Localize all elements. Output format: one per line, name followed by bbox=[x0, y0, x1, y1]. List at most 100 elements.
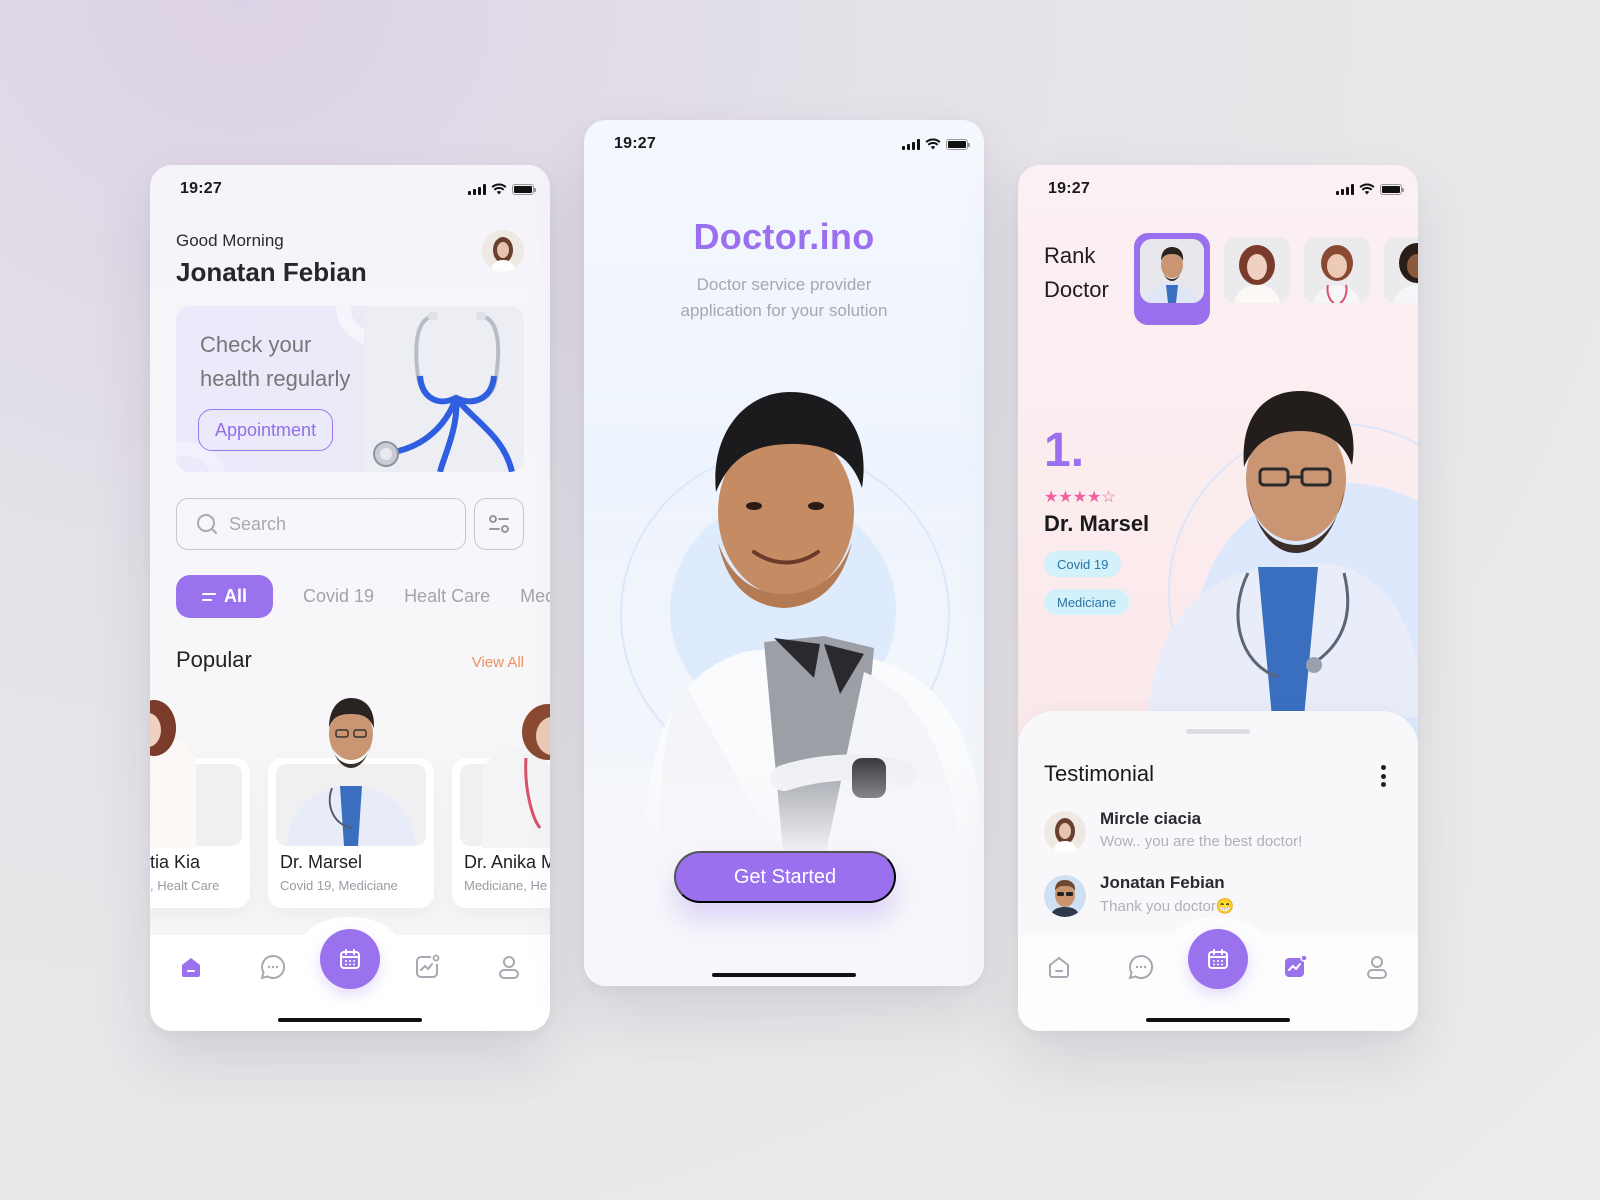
user-name: Jonatan Febian bbox=[176, 257, 367, 287]
get-started-button[interactable]: Get Started bbox=[674, 851, 896, 903]
wifi-icon bbox=[925, 138, 941, 150]
popular-doctor-list: tia Kia , Healt Care Dr. Marsel Covid 19… bbox=[150, 692, 550, 912]
specialty-tag[interactable]: Covid 19 bbox=[1044, 551, 1122, 577]
rank-doctor-thumb[interactable] bbox=[1304, 237, 1370, 303]
rank-doctor-thumb[interactable] bbox=[1224, 237, 1290, 303]
app-logo-title: Doctor.ino bbox=[693, 216, 875, 257]
doctor-thumb-photo bbox=[1384, 237, 1418, 303]
rank-doctor-thumb[interactable] bbox=[1384, 237, 1418, 303]
status-time: 19:27 bbox=[614, 135, 656, 152]
doctor-card[interactable]: Dr. Anika M Mediciane, He bbox=[452, 704, 550, 908]
rating-stars: ★★★★☆ bbox=[1044, 489, 1116, 506]
doctor-name: Dr. Marsel bbox=[1044, 511, 1150, 536]
search-icon bbox=[197, 514, 217, 534]
wifi-icon bbox=[491, 183, 507, 195]
testimonial-item: Mircle ciacia Wow.. you are the best doc… bbox=[1044, 809, 1302, 853]
category-tab-medicine[interactable]: Mec bbox=[520, 586, 550, 607]
doctor-thumb-photo bbox=[1304, 237, 1370, 303]
list-icon bbox=[202, 592, 216, 601]
category-tab-covid[interactable]: Covid 19 bbox=[303, 586, 374, 607]
battery-icon bbox=[1380, 183, 1404, 195]
user-avatar[interactable] bbox=[482, 230, 524, 272]
profile-icon bbox=[1367, 956, 1387, 979]
category-tabs: All Covid 19 Healt Care Mec bbox=[176, 575, 550, 618]
nav-profile[interactable] bbox=[1363, 953, 1391, 981]
rank-doctor-thumb-selected[interactable] bbox=[1134, 233, 1210, 325]
rank-title: Rank Doctor bbox=[1044, 243, 1109, 302]
status-bar: 19:27 bbox=[150, 179, 550, 199]
calendar-icon bbox=[1208, 949, 1228, 969]
doctor-feature-photo bbox=[1148, 391, 1418, 717]
testimonial-heading: Testimonial bbox=[1044, 761, 1155, 786]
review-text: Wow.. you are the best doctor! bbox=[1100, 833, 1303, 850]
chat-icon bbox=[1128, 954, 1153, 980]
nav-profile[interactable] bbox=[495, 953, 523, 981]
home-icon bbox=[1049, 956, 1069, 978]
nav-calendar[interactable] bbox=[1188, 929, 1248, 989]
category-tab-healthcare[interactable]: Healt Care bbox=[404, 586, 490, 607]
calendar-icon bbox=[340, 949, 360, 969]
doctor-thumb-photo bbox=[1224, 237, 1290, 303]
more-options-icon[interactable] bbox=[1380, 765, 1386, 787]
doctor-photo bbox=[482, 704, 550, 848]
signal-icon bbox=[1336, 183, 1354, 195]
reviewer-name: Jonatan Febian bbox=[1100, 873, 1225, 892]
home-indicator bbox=[712, 973, 856, 977]
signal-icon bbox=[468, 183, 486, 195]
nav-chat[interactable] bbox=[259, 953, 287, 981]
nav-chat[interactable] bbox=[1127, 953, 1155, 981]
sheet-drag-handle[interactable] bbox=[1186, 729, 1250, 734]
filter-icon bbox=[489, 515, 509, 533]
avatar-portrait-icon bbox=[482, 230, 524, 272]
home-screen: 19:27 Good Morning Jonatan Febian Check … bbox=[150, 165, 550, 1031]
health-banner: Check your health regularly Appointment bbox=[176, 306, 524, 472]
chat-icon bbox=[260, 954, 285, 980]
view-all-link[interactable]: View All bbox=[472, 654, 524, 671]
doctor-card[interactable]: Dr. Marsel Covid 19, Mediciane bbox=[268, 698, 434, 908]
splash-screen: 19:27 Doctor.ino Doctor service provider… bbox=[584, 120, 984, 986]
nav-activity[interactable] bbox=[413, 953, 441, 981]
popular-heading: Popular bbox=[176, 647, 252, 672]
doctor-photo bbox=[150, 700, 196, 848]
nav-home[interactable] bbox=[1045, 953, 1073, 981]
review-text: Thank you doctor😁 bbox=[1100, 898, 1235, 915]
greeting: Good Morning bbox=[176, 231, 284, 250]
category-tab-all[interactable]: All bbox=[176, 575, 274, 618]
nav-home[interactable] bbox=[177, 953, 205, 981]
doctor-thumb-photo bbox=[1140, 239, 1204, 303]
appointment-button[interactable]: Appointment bbox=[198, 409, 334, 451]
battery-icon bbox=[946, 138, 970, 150]
reviewer-avatar bbox=[1044, 811, 1086, 853]
rank-doctor-carousel bbox=[1134, 233, 1418, 325]
stethoscope-image bbox=[364, 306, 524, 472]
wifi-icon bbox=[1359, 183, 1375, 195]
reviewer-avatar bbox=[1044, 875, 1086, 917]
profile-icon bbox=[499, 956, 519, 979]
activity-icon bbox=[416, 954, 440, 978]
banner-line-1: Check your bbox=[200, 332, 312, 357]
bottom-nav bbox=[1018, 917, 1418, 1031]
nav-calendar[interactable] bbox=[320, 929, 380, 989]
home-icon bbox=[182, 958, 200, 977]
home-indicator bbox=[278, 1018, 422, 1022]
search-placeholder: Search bbox=[229, 513, 287, 534]
app-tagline: Doctor service provider application for … bbox=[680, 275, 888, 320]
status-time: 19:27 bbox=[1048, 180, 1090, 197]
filter-button[interactable] bbox=[474, 498, 524, 550]
reviewer-name: Mircle ciacia bbox=[1100, 809, 1202, 828]
status-time: 19:27 bbox=[180, 180, 222, 197]
status-bar: 19:27 bbox=[1018, 179, 1418, 199]
rank-doctor-screen: 19:27 Rank Doctor 1. ★★★★☆ Dr. Marsel Co… bbox=[1018, 165, 1418, 1031]
signal-icon bbox=[902, 138, 920, 150]
nav-activity[interactable] bbox=[1281, 953, 1309, 981]
specialty-tag[interactable]: Mediciane bbox=[1044, 589, 1130, 615]
rank-number: 1. bbox=[1044, 424, 1085, 477]
doctor-card[interactable]: tia Kia , Healt Care bbox=[150, 700, 250, 908]
doctor-photo bbox=[286, 698, 416, 846]
home-indicator bbox=[1146, 1018, 1290, 1022]
activity-icon bbox=[1285, 954, 1308, 977]
testimonial-item: Jonatan Febian Thank you doctor😁 bbox=[1044, 873, 1235, 917]
search-field[interactable]: Search bbox=[176, 498, 466, 550]
bottom-nav bbox=[150, 917, 550, 1031]
battery-icon bbox=[512, 183, 536, 195]
